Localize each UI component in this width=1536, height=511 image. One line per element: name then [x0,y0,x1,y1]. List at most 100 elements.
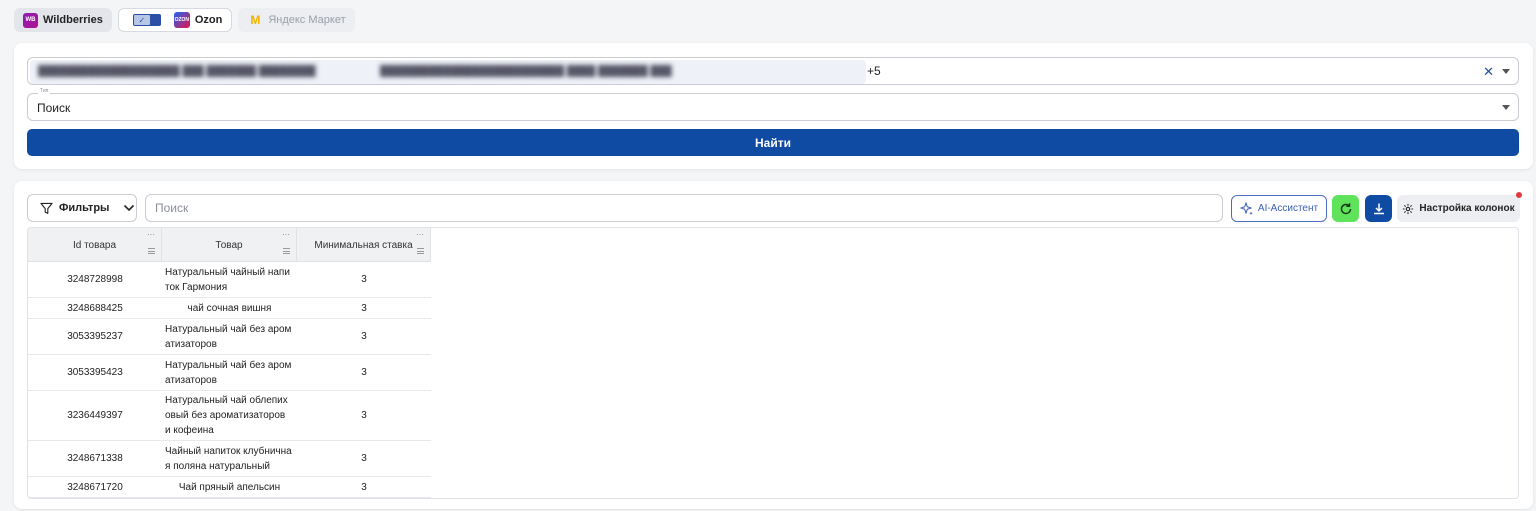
find-button[interactable]: Найти [27,129,1519,156]
menu-icon[interactable] [417,248,424,254]
results-card: Фильтры AI-Ассистент Настройка колонок I… [14,181,1533,509]
products-select[interactable]: ████████████████████ ███ ███████ ███████… [27,57,1519,85]
cell-product-name: Натуральный чай без аром атизаторов [162,319,297,354]
tab-label: Ozon [194,14,223,26]
chevron-down-icon[interactable] [1502,105,1510,110]
ai-assistant-button[interactable]: AI-Ассистент [1231,195,1327,222]
column-title: Товар [215,239,243,251]
product-name-text: Чайный напиток клубнична я поляна натурал… [165,444,292,474]
product-chip[interactable]: ████████████████████ ███ ███████ ███████… [38,66,316,78]
product-name-line: я поляна натуральный [165,460,270,472]
product-name-line: овый без ароматизаторов [165,410,286,421]
cell-product-name: Натуральный чай без аром атизаторов [162,355,297,390]
cell-product-name: Чай пряный апельсин [162,477,297,497]
cell-product-name: Натуральный чайный напи ток Гармония [162,262,297,297]
product-name-text: Натуральный чай без аром атизаторов [165,358,291,388]
sparkle-icon [1239,201,1253,215]
check-icon: ✓ [133,15,150,25]
cell-min-bid: 3 [361,410,367,421]
table-row[interactable]: 3248671338 Чайный напиток клубнична я поля… [28,441,431,477]
table-row[interactable]: 3248671720 Чай пряный апельсин 3 [28,477,431,498]
cell-product-id: 3053395237 [67,331,123,342]
column-settings-button[interactable]: Настройка колонок [1397,192,1522,222]
product-name-line: Натуральный чайный напи [165,266,290,278]
chevron-down-icon[interactable] [1502,69,1510,74]
column-header-product[interactable]: Товар ··· [162,228,297,262]
ozon-logo-icon: OZON [173,12,190,28]
tab-ozon[interactable]: ✓ OZON Ozon [117,8,233,32]
download-icon [1373,203,1384,214]
filter-icon [40,202,53,214]
product-name-text: Натуральный чай облепих овый без ароматиз… [165,393,288,438]
menu-icon[interactable] [148,248,155,254]
product-name-line: Натуральный чай облепих [165,395,288,406]
product-name-line: Натуральный чай без аром [165,323,292,335]
cell-product-name: Натуральный чай облепих овый без ароматиз… [162,391,297,440]
search-card: ████████████████████ ███ ███████ ███████… [14,43,1533,169]
cell-product-id: 3248671720 [67,481,123,493]
type-value: Поиск [37,101,71,115]
table-row[interactable]: 3236449397 Натуральный чай облепих овый бе… [28,391,431,441]
more-products-count: +5 [867,64,881,78]
product-name-line: атизаторов [165,338,217,350]
tab-label: Wildberries [43,14,103,26]
cell-min-bid: 3 [361,367,367,378]
product-name-line: ток Гармония [165,281,228,293]
gear-icon [1403,203,1414,214]
refresh-button[interactable] [1332,195,1359,222]
search-input[interactable] [145,194,1223,222]
product-name-line: Натуральный чай без аром [165,359,292,371]
column-title: Минимальная ставка [314,239,413,251]
type-field-label: Тип [38,88,51,94]
cell-product-id: 3248671338 [67,453,123,464]
table-row[interactable]: 3053395423 Натуральный чай без аром атизат… [28,355,431,391]
wildberries-logo-icon: WB [23,12,38,28]
ozon-toggle[interactable]: ✓ [132,14,161,26]
download-button[interactable] [1365,195,1392,222]
cell-min-bid: 3 [361,481,367,493]
column-title: Id товара [72,239,117,251]
column-header-id[interactable]: Id товара ··· [28,228,162,262]
product-name-line: Чайный напиток клубнична [165,445,292,457]
tab-label: Яндекс Маркет [268,14,346,26]
product-name-text: чай сочная вишня [188,301,272,316]
filters-label: Фильтры [59,202,110,214]
cell-product-name: Чайный напиток клубнична я поляна натурал… [162,441,297,476]
product-name-line: и кофеина [165,425,214,436]
refresh-icon [1340,202,1351,214]
table-row[interactable]: 3248688425 чай сочная вишня 3 [28,298,431,319]
column-header-min-bid[interactable]: Минимальная ставка ··· [297,228,431,262]
product-name-text: Натуральный чай без аром атизаторов [165,322,291,352]
more-icon[interactable]: ··· [147,230,155,239]
clear-icon[interactable]: ✕ [1483,64,1494,80]
filters-button[interactable]: Фильтры [27,194,137,222]
table-row[interactable]: 3248728998 Натуральный чайный напи ток Гар… [28,262,431,298]
product-name-text: Чай пряный апельсин [179,480,280,495]
product-name-line: атизаторов [165,374,217,386]
cell-min-bid: 3 [361,453,367,464]
selected-products-chips: ████████████████████ ███ ███████ ███████… [30,60,866,84]
cell-min-bid: 3 [361,331,367,342]
product-name-line: Чай пряный апельсин [178,481,281,493]
product-name-text: Натуральный чайный напи ток Гармония [165,265,290,295]
table-row[interactable]: 3053395237 Натуральный чай без аром атизат… [28,319,431,355]
yandex-market-logo-icon: M [250,13,261,27]
type-select[interactable]: Тип Поиск [27,88,1519,121]
notification-dot [1516,192,1522,198]
ai-assistant-label: AI-Ассистент [1257,203,1319,214]
results-table: Id товара ··· Товар ··· Минимальная став… [27,227,1519,499]
chevron-down-icon [124,204,135,212]
cell-product-name: чай сочная вишня [162,298,297,318]
tab-yandex-market[interactable]: M Яндекс Маркет [238,8,355,32]
more-icon[interactable]: ··· [416,230,424,239]
cell-product-id: 3053395423 [67,367,123,378]
cell-product-id: 3236449397 [67,410,123,421]
product-chip[interactable]: ██████████████████████████ ████ ███████ … [380,66,672,78]
cell-product-id: 3248728998 [67,274,123,285]
tab-wildberries[interactable]: WB Wildberries [14,8,112,32]
product-name-line: чай сочная вишня [187,302,272,314]
cell-min-bid: 3 [361,274,367,285]
column-settings-label: Настройка колонок [1419,203,1515,214]
menu-icon[interactable] [283,248,290,254]
more-icon[interactable]: ··· [282,230,290,239]
